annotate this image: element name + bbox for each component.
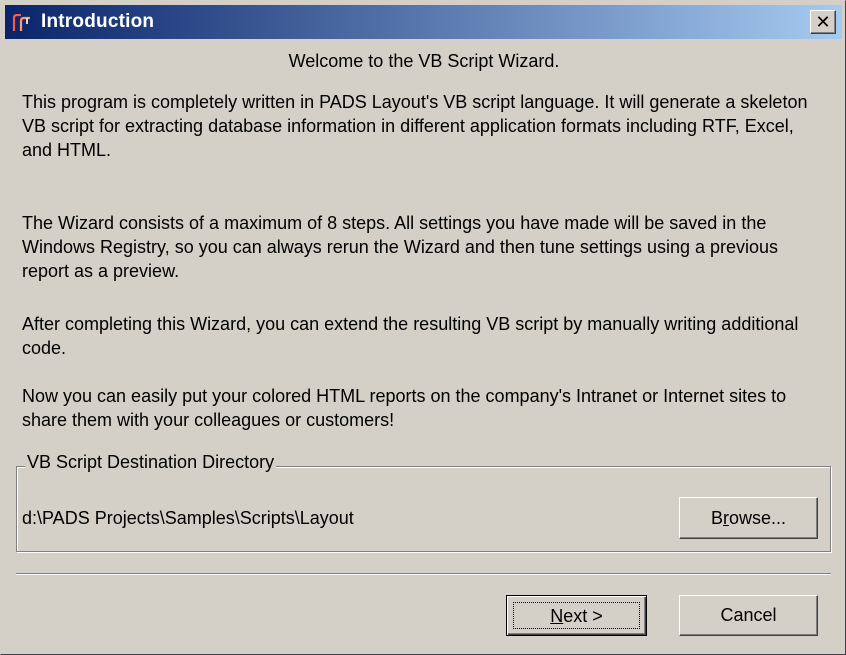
wizard-dialog: Introduction ✕ Welcome to the VB Script … — [0, 0, 846, 655]
intro-paragraph-3: After completing this Wizard, you can ex… — [22, 314, 799, 358]
next-button[interactable]: Next > — [506, 595, 647, 636]
window-title: Introduction — [41, 11, 155, 32]
intro-paragraph-4: Now you can easily put your colored HTML… — [22, 386, 787, 430]
next-label-post: ext > — [563, 606, 603, 626]
pads-app-icon — [12, 14, 30, 31]
destination-path: d:\PADS Projects\Samples\Scripts\Layout — [22, 508, 354, 528]
footer-separator — [16, 573, 831, 575]
title-bar[interactable]: Introduction ✕ — [5, 5, 842, 39]
browse-label-pre: B — [710, 508, 723, 528]
cancel-button[interactable]: Cancel — [679, 595, 818, 636]
next-label-key: N — [550, 606, 564, 626]
destination-group-label: VB Script Destination Directory — [25, 452, 277, 473]
browse-label-post: owse... — [728, 508, 787, 528]
intro-paragraph-1: This program is completely written in PA… — [22, 92, 808, 160]
close-icon: ✕ — [815, 12, 831, 32]
browse-button[interactable]: Browse... — [679, 497, 818, 539]
next-focus-ring: Next > — [513, 602, 640, 629]
close-button[interactable]: ✕ — [810, 10, 836, 34]
intro-paragraph-2: The Wizard consists of a maximum of 8 st… — [22, 213, 779, 281]
welcome-heading: Welcome to the VB Script Wizard. — [288, 51, 560, 71]
